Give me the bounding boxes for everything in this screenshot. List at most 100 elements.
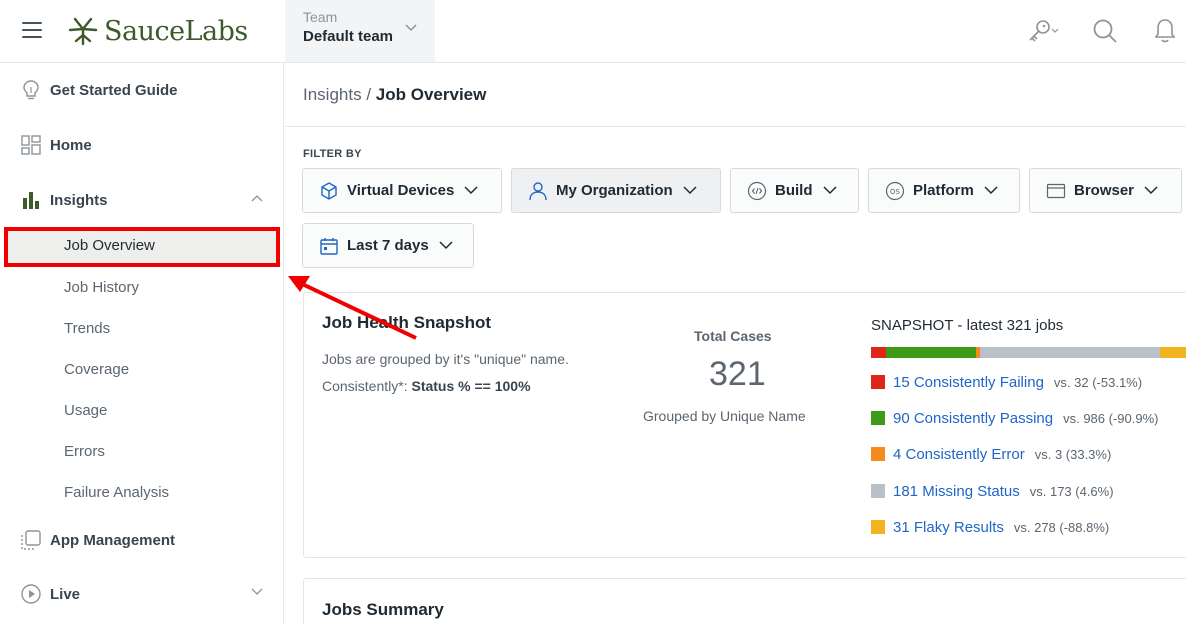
top-bar: SauceLabs Team Default team xyxy=(0,0,1186,63)
sidebar-subitem-failure-analysis[interactable]: Failure Analysis xyxy=(0,475,283,511)
snapshot-bar-segment xyxy=(885,347,976,358)
key-icon[interactable] xyxy=(1022,14,1062,48)
sidebar-subitem-job-history[interactable]: Job History xyxy=(0,270,283,306)
sidebar-item-live[interactable]: Live xyxy=(0,574,283,614)
filter-platform-button[interactable]: OS Platform xyxy=(868,168,1020,213)
divider xyxy=(285,126,1186,127)
user-icon xyxy=(528,181,548,201)
legend-link-error[interactable]: 4 Consistently Error xyxy=(893,446,1025,463)
jobs-summary-card: Jobs Summary xyxy=(303,578,1186,624)
chevron-down-icon xyxy=(439,241,453,250)
snapshot-bar-segment xyxy=(1160,347,1186,358)
sidebar-item-label: App Management xyxy=(50,531,176,549)
brand-name: SauceLabs xyxy=(104,15,248,47)
legend-row-missing: 181 Missing Status vs. 173 (4.6%) xyxy=(871,481,1114,501)
home-grid-icon xyxy=(21,135,41,155)
breadcrumb: Insights / Job Overview xyxy=(303,85,486,105)
svg-text:OS: OS xyxy=(890,188,901,196)
snapshot-bar-title: SNAPSHOT - latest 321 jobs xyxy=(871,317,1064,334)
sidebar-subitem-label: Failure Analysis xyxy=(64,484,170,501)
total-cases-subtitle: Grouped by Unique Name xyxy=(643,408,806,424)
chevron-down-icon xyxy=(984,186,998,195)
sidebar-subitem-label: Job History xyxy=(64,279,140,296)
card-description: Jobs are grouped by it's "unique" name. xyxy=(322,351,569,367)
legend-comparison: vs. 986 (-90.9%) xyxy=(1063,410,1159,426)
filter-build-button[interactable]: Build xyxy=(730,168,859,213)
calendar-icon xyxy=(319,236,339,256)
total-cases-label: Total Cases xyxy=(694,328,772,344)
chevron-up-icon[interactable] xyxy=(251,194,263,202)
cube-icon xyxy=(319,181,339,201)
jobs-summary-title: Jobs Summary xyxy=(322,600,444,619)
breadcrumb-current: Job Overview xyxy=(375,85,487,104)
saucelabs-logo[interactable]: SauceLabs xyxy=(66,12,248,50)
card-description-consistency: Consistently*: Status % == 100% xyxy=(322,378,531,394)
build-icon xyxy=(747,181,767,201)
sidebar-subitem-label: Usage xyxy=(64,402,108,419)
team-label: Team xyxy=(303,9,338,25)
chevron-down-icon xyxy=(683,186,697,195)
filter-label: Last 7 days xyxy=(347,237,429,254)
sidebar-item-label: Live xyxy=(50,585,81,603)
chevron-down-icon xyxy=(822,186,837,195)
sidebar-item-label: Home xyxy=(50,136,92,154)
breadcrumb-parent-link[interactable]: Insights xyxy=(303,85,362,104)
saucelabs-logo-icon xyxy=(68,17,98,46)
hamburger-menu-icon[interactable] xyxy=(22,22,42,38)
chevron-down-icon xyxy=(1144,186,1158,195)
sidebar-item-insights[interactable]: Insights xyxy=(0,180,283,220)
legend-row-error: 4 Consistently Error vs. 3 (33.3%) xyxy=(871,444,1111,464)
filter-label: My Organization xyxy=(556,182,673,199)
bar-chart-icon xyxy=(23,192,39,209)
play-circle-icon xyxy=(21,584,41,604)
search-icon[interactable] xyxy=(1088,14,1122,48)
legend-row-passing: 90 Consistently Passing vs. 986 (-90.9%) xyxy=(871,408,1158,428)
filter-virtual-devices-button[interactable]: Virtual Devices xyxy=(302,168,502,213)
filter-my-organization-button[interactable]: My Organization xyxy=(511,168,721,213)
sidebar-subitem-job-overview[interactable]: Job Overview xyxy=(4,227,280,267)
sidebar-item-app-management[interactable]: App Management xyxy=(0,520,283,560)
snapshot-stacked-bar xyxy=(871,347,1186,358)
chevron-down-icon xyxy=(405,24,417,32)
sidebar-subitem-coverage[interactable]: Coverage xyxy=(0,352,283,388)
job-health-snapshot-card: Job Health Snapshot Jobs are grouped by … xyxy=(303,292,1186,558)
chevron-down-icon[interactable] xyxy=(251,588,263,596)
consistency-prefix: Consistently*: xyxy=(322,378,412,394)
app-management-icon xyxy=(21,530,41,550)
sidebar-subitem-label: Errors xyxy=(64,443,105,460)
sidebar-subitem-usage[interactable]: Usage xyxy=(0,393,283,429)
legend-link-failing[interactable]: 15 Consistently Failing xyxy=(893,374,1044,391)
sidebar-item-home[interactable]: Home xyxy=(0,125,283,165)
team-selector[interactable]: Team Default team xyxy=(285,0,435,62)
annotation-arrow xyxy=(288,276,417,340)
filter-label: Browser xyxy=(1074,182,1135,199)
legend-swatch xyxy=(871,484,885,498)
total-cases-value: 321 xyxy=(709,355,766,393)
legend-link-missing[interactable]: 181 Missing Status xyxy=(893,483,1020,500)
snapshot-bar-segment xyxy=(871,347,886,358)
legend-comparison: vs. 3 (33.3%) xyxy=(1034,446,1112,462)
bell-icon[interactable] xyxy=(1148,14,1182,48)
sidebar-subitem-errors[interactable]: Errors xyxy=(0,434,283,470)
legend-link-flaky[interactable]: 31 Flaky Results xyxy=(893,519,1004,536)
consistency-rule: Status % == 100% xyxy=(411,378,531,394)
sidebar-subitem-trends[interactable]: Trends xyxy=(0,311,283,347)
legend-swatch xyxy=(871,411,885,425)
snapshot-bar-segment xyxy=(979,347,1161,358)
legend-row-flaky: 31 Flaky Results vs. 278 (-88.8%) xyxy=(871,517,1109,537)
sidebar-subitem-label: Trends xyxy=(64,320,111,337)
legend-comparison: vs. 278 (-88.8%) xyxy=(1013,519,1110,535)
filter-label: Build xyxy=(775,182,813,199)
sidebar-subitem-label: Job Overview xyxy=(64,237,155,254)
sidebar-item-label: Insights xyxy=(50,191,108,209)
legend-row-failing: 15 Consistently Failing vs. 32 (-53.1%) xyxy=(871,372,1142,392)
filter-label: Virtual Devices xyxy=(347,182,455,199)
filter-browser-button[interactable]: Browser xyxy=(1029,168,1182,213)
sidebar-item-get-started[interactable]: Get Started Guide xyxy=(0,70,283,110)
legend-link-passing[interactable]: 90 Consistently Passing xyxy=(893,410,1053,427)
legend-swatch xyxy=(871,447,885,461)
legend-swatch xyxy=(871,520,885,534)
filter-by-heading: FILTER BY xyxy=(303,148,362,160)
sidebar: Get Started Guide Home Insights Job Over… xyxy=(0,63,284,624)
legend-swatch xyxy=(871,375,885,389)
